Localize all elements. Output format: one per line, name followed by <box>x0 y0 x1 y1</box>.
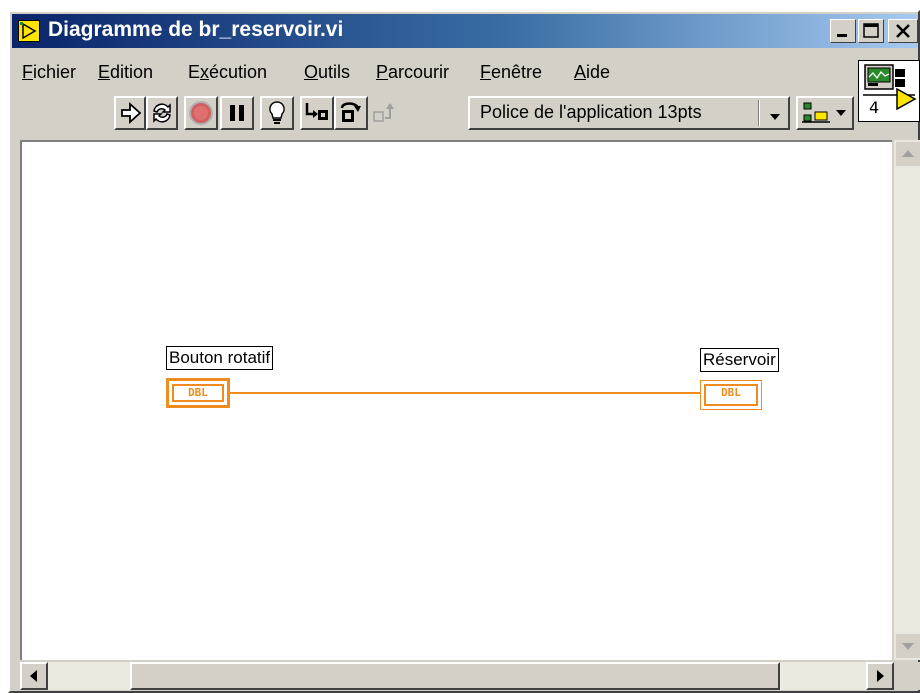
scroll-up-button[interactable] <box>894 140 920 168</box>
indicator-label[interactable]: Réservoir <box>700 348 779 372</box>
title-bar[interactable]: Diagramme de br_reservoir.vi <box>12 14 918 48</box>
menu-execution[interactable]: Exécution <box>188 62 267 83</box>
align-objects-button[interactable] <box>796 96 854 130</box>
menu-parcourir[interactable]: Parcourir <box>376 62 449 83</box>
font-ring-separator <box>758 100 760 126</box>
resize-corner[interactable] <box>894 662 920 690</box>
step-over-button[interactable] <box>334 96 368 130</box>
block-diagram-canvas[interactable]: Bouton rotatif DBL Réservoir DBL <box>20 140 892 660</box>
menu-outils[interactable]: Outils <box>304 62 350 83</box>
scroll-right-button[interactable] <box>866 662 894 690</box>
scroll-left-button[interactable] <box>20 662 48 690</box>
highlight-execution-button[interactable] <box>260 96 294 130</box>
horizontal-scrollbar[interactable] <box>20 662 894 690</box>
font-ring[interactable]: Police de l'application 13pts <box>468 96 790 130</box>
indicator-type: DBL <box>704 384 758 406</box>
indicator-terminal[interactable]: DBL <box>700 380 762 410</box>
vi-diagram-icon <box>18 20 40 42</box>
close-button[interactable] <box>888 19 918 43</box>
maximize-button[interactable] <box>858 19 884 43</box>
diagram-window: Diagramme de br_reservoir.vi Fichier Edi… <box>8 10 920 693</box>
font-ring-label: Police de l'application 13pts <box>480 102 702 122</box>
menu-bar: Fichier Edition Exécution Outils Parcour… <box>12 60 852 88</box>
run-button[interactable] <box>114 96 146 130</box>
run-continuously-button[interactable] <box>146 96 178 130</box>
connector-number: 4 <box>869 98 879 117</box>
vi-connector-icon[interactable]: 4 <box>858 60 920 122</box>
control-label[interactable]: Bouton rotatif <box>166 346 274 370</box>
chevron-down-icon[interactable] <box>768 109 782 127</box>
step-into-button[interactable] <box>300 96 334 130</box>
vertical-scrollbar[interactable] <box>894 140 920 660</box>
pause-button[interactable] <box>220 96 254 130</box>
menu-fenetre[interactable]: Fenêtre <box>480 62 542 83</box>
step-out-button[interactable] <box>368 96 400 130</box>
horizontal-scroll-thumb[interactable] <box>130 662 780 690</box>
abort-button[interactable] <box>184 96 218 130</box>
menu-aide[interactable]: Aide <box>574 62 610 83</box>
menu-fichier[interactable]: Fichier <box>22 62 76 83</box>
window-title: Diagramme de br_reservoir.vi <box>48 18 344 41</box>
minimize-button[interactable] <box>830 19 856 43</box>
data-wire[interactable] <box>230 392 702 394</box>
control-terminal[interactable]: DBL <box>166 378 230 408</box>
menu-edition[interactable]: Edition <box>98 62 153 83</box>
control-type: DBL <box>172 384 224 402</box>
scroll-down-button[interactable] <box>894 632 920 660</box>
